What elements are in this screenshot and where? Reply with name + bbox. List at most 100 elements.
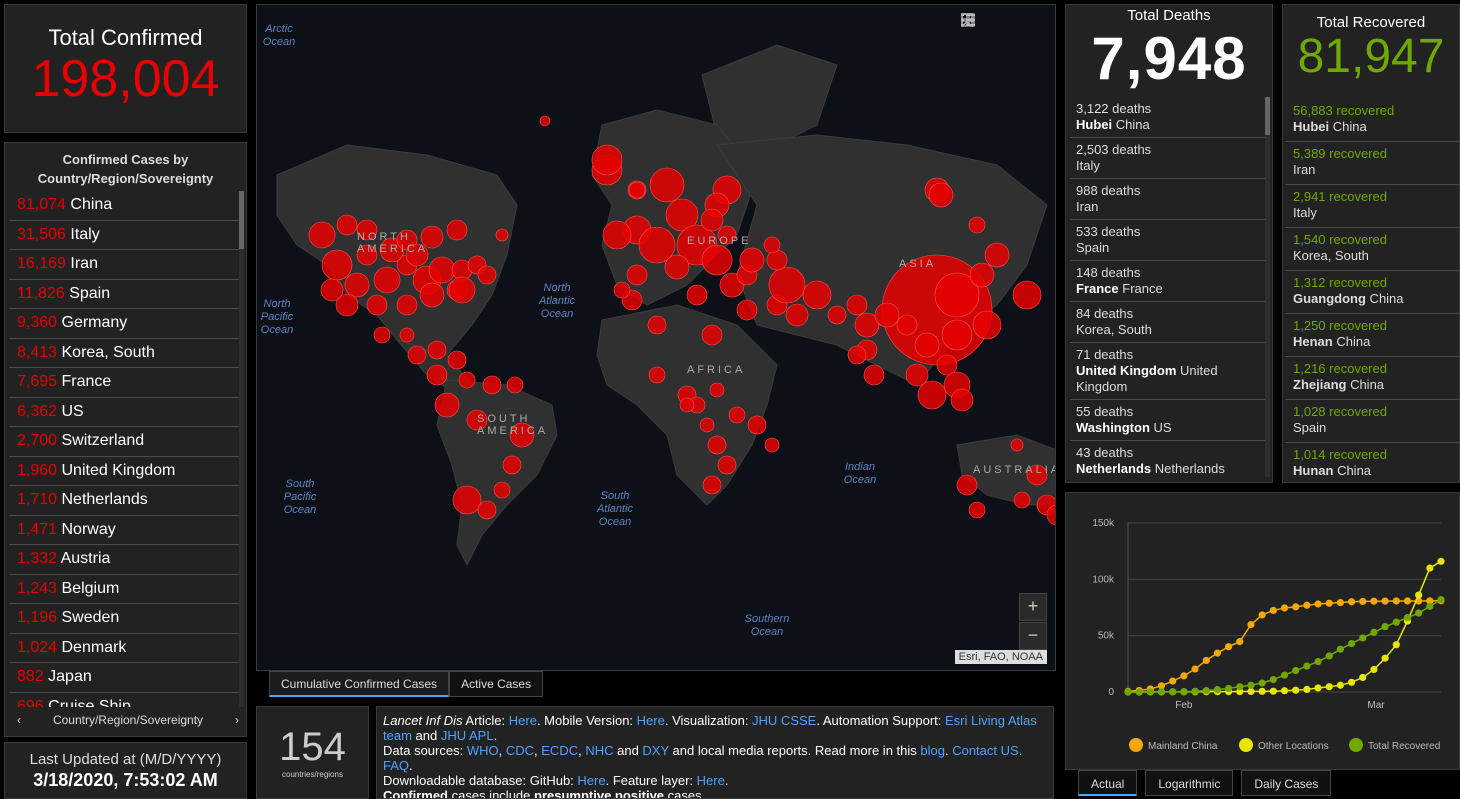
chart-data-point[interactable] bbox=[1292, 603, 1300, 611]
chart-data-point[interactable] bbox=[1314, 657, 1322, 666]
deaths-list-item[interactable]: 84 deaths Korea, South bbox=[1070, 302, 1266, 343]
deaths-list-item[interactable]: 3,122 deaths Hubei China bbox=[1070, 97, 1266, 138]
case-bubble[interactable] bbox=[495, 228, 509, 242]
case-bubble[interactable] bbox=[968, 501, 986, 519]
case-bubble[interactable] bbox=[447, 350, 467, 370]
case-bubble[interactable] bbox=[336, 214, 358, 236]
country-list-item[interactable]: 6,362 US bbox=[9, 398, 241, 427]
chart-data-point[interactable] bbox=[1415, 591, 1423, 599]
case-bubble[interactable] bbox=[736, 299, 758, 321]
country-list-item[interactable]: 81,074 China bbox=[9, 191, 241, 221]
chart-data-point[interactable] bbox=[1180, 688, 1188, 696]
chart-data-point[interactable] bbox=[1437, 596, 1445, 604]
case-bubble[interactable] bbox=[366, 294, 388, 316]
chart-data-point[interactable] bbox=[1135, 688, 1143, 696]
chart-data-point[interactable] bbox=[1191, 687, 1199, 695]
case-bubble[interactable] bbox=[427, 340, 447, 360]
jhu-csse-link[interactable]: JHU CSSE bbox=[752, 713, 816, 728]
deaths-list-item[interactable]: 71 deaths United Kingdom United Kingdom bbox=[1070, 343, 1266, 400]
case-bubble[interactable] bbox=[344, 272, 370, 298]
case-bubble[interactable] bbox=[827, 305, 847, 325]
case-bubble[interactable] bbox=[917, 380, 947, 410]
chart-data-point[interactable] bbox=[1347, 639, 1356, 648]
deaths-list[interactable]: 3,122 deaths Hubei China 2,503 deaths Ital… bbox=[1070, 97, 1266, 481]
chart-data-point[interactable] bbox=[1381, 654, 1389, 662]
case-bubble[interactable] bbox=[701, 244, 733, 276]
case-bubble[interactable] bbox=[321, 249, 353, 281]
chart-data-point[interactable] bbox=[1236, 638, 1244, 646]
github-link[interactable]: Here bbox=[577, 773, 605, 788]
chart-data-point[interactable] bbox=[1336, 681, 1344, 689]
deaths-list-item[interactable]: 533 deaths Spain bbox=[1070, 220, 1266, 261]
case-bubble[interactable] bbox=[1013, 491, 1031, 509]
case-bubble[interactable] bbox=[649, 167, 685, 203]
case-bubble[interactable] bbox=[373, 266, 401, 294]
tab-logarithmic[interactable]: Logarithmic bbox=[1145, 770, 1234, 796]
chart-data-point[interactable] bbox=[1269, 676, 1277, 684]
country-list-item[interactable]: 1,710 Netherlands bbox=[9, 486, 241, 516]
jhu-apl-link[interactable]: JHU APL bbox=[441, 728, 494, 743]
chart-data-point[interactable] bbox=[1325, 683, 1333, 691]
case-bubble[interactable] bbox=[914, 332, 940, 358]
basemap-icon[interactable] bbox=[961, 13, 1047, 37]
chart-data-point[interactable] bbox=[1336, 598, 1344, 607]
chart-data-point[interactable] bbox=[1258, 687, 1266, 695]
case-bubble[interactable] bbox=[477, 500, 497, 520]
case-bubble[interactable] bbox=[506, 376, 524, 394]
country-list-item[interactable]: 8,413 Korea, South bbox=[9, 339, 241, 368]
case-bubble[interactable] bbox=[905, 363, 929, 387]
case-bubble[interactable] bbox=[874, 302, 900, 328]
chart-data-point[interactable] bbox=[1280, 687, 1289, 695]
recovered-list-item[interactable]: 1,028 recovered Spain bbox=[1285, 400, 1460, 443]
case-bubble[interactable] bbox=[728, 406, 746, 424]
case-bubble[interactable] bbox=[707, 435, 727, 455]
chart-data-point[interactable] bbox=[1269, 606, 1277, 615]
chart-data-point[interactable] bbox=[1258, 679, 1266, 687]
chart-data-point[interactable] bbox=[1213, 686, 1222, 694]
case-bubble[interactable] bbox=[613, 281, 631, 299]
chart-data-point[interactable] bbox=[1325, 599, 1333, 607]
country-list-item[interactable]: 1,024 Denmark bbox=[9, 634, 241, 663]
chart-data-point[interactable] bbox=[1247, 621, 1255, 629]
chart-data-point[interactable] bbox=[1325, 652, 1333, 660]
chart-data-point[interactable] bbox=[1247, 681, 1255, 689]
case-bubble[interactable] bbox=[956, 474, 978, 496]
recovered-list[interactable]: 56,883 recovered Hubei China 5,389 recover… bbox=[1285, 99, 1460, 481]
chart-data-point[interactable] bbox=[1426, 602, 1434, 610]
chart-data-point[interactable] bbox=[1426, 564, 1434, 572]
chevron-left-icon[interactable]: ‹ bbox=[17, 713, 21, 727]
chart-data-point[interactable] bbox=[1124, 688, 1132, 696]
case-bubble[interactable] bbox=[399, 327, 415, 343]
case-bubble[interactable] bbox=[896, 314, 918, 336]
scrollbar-thumb[interactable] bbox=[1265, 97, 1270, 135]
case-bubble[interactable] bbox=[626, 264, 648, 286]
chart-legend-swatch[interactable] bbox=[1239, 738, 1253, 752]
case-bubble[interactable] bbox=[458, 371, 476, 389]
chart-data-point[interactable] bbox=[1292, 666, 1300, 675]
chart-data-point[interactable] bbox=[1169, 688, 1177, 696]
case-bubble[interactable] bbox=[448, 276, 476, 304]
case-bubble[interactable] bbox=[446, 219, 468, 241]
chart-data-point[interactable] bbox=[1370, 665, 1378, 674]
map-attribution[interactable]: Esri, FAO, NOAA bbox=[954, 650, 1047, 664]
recovered-list-item[interactable]: 5,389 recovered Iran bbox=[1285, 142, 1460, 185]
chart-data-point[interactable] bbox=[1303, 662, 1311, 670]
case-bubble[interactable] bbox=[709, 382, 725, 398]
chart-data-point[interactable] bbox=[1202, 687, 1210, 695]
case-bubble[interactable] bbox=[700, 208, 724, 232]
country-list-item[interactable]: 9,360 Germany bbox=[9, 309, 241, 339]
chart-data-point[interactable] bbox=[1359, 597, 1367, 606]
recovered-list-item[interactable]: 2,941 recovered Italy bbox=[1285, 185, 1460, 228]
deaths-list-item[interactable]: 2,503 deaths Italy bbox=[1070, 138, 1266, 179]
chart-data-point[interactable] bbox=[1146, 688, 1154, 696]
case-bubble[interactable] bbox=[972, 310, 1002, 340]
case-bubble[interactable] bbox=[679, 397, 695, 413]
tab-active-cases[interactable]: Active Cases bbox=[449, 671, 544, 697]
zoom-in-button[interactable]: + bbox=[1019, 593, 1047, 621]
country-list-item[interactable]: 1,196 Sweden bbox=[9, 604, 241, 634]
chart-data-point[interactable] bbox=[1269, 687, 1277, 695]
case-bubble[interactable] bbox=[928, 182, 954, 208]
chart-data-point[interactable] bbox=[1359, 634, 1367, 642]
case-bubble[interactable] bbox=[941, 319, 973, 351]
recovered-list-item[interactable]: 56,883 recovered Hubei China bbox=[1285, 99, 1460, 142]
